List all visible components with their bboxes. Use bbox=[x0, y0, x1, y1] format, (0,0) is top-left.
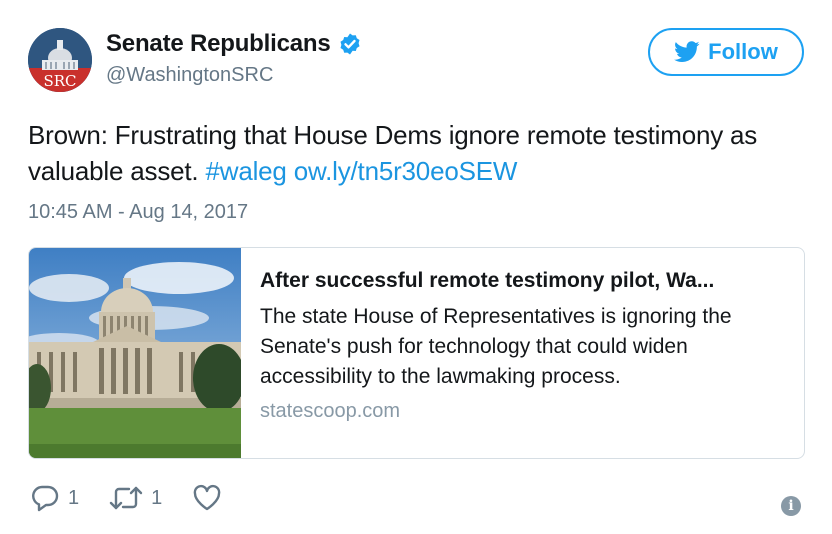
tweet-timestamp[interactable]: 10:45 AM - Aug 14, 2017 bbox=[28, 201, 248, 224]
card-domain: statescoop.com bbox=[260, 400, 401, 422]
twitter-bird-icon bbox=[674, 41, 700, 62]
account-handle[interactable]: @WashingtonSRC bbox=[106, 64, 273, 87]
account-name-row: Senate Republicans bbox=[106, 30, 362, 58]
capitol-logo-icon: SRC bbox=[28, 28, 92, 92]
info-icon[interactable]: i bbox=[781, 496, 801, 516]
hashtag-link[interactable]: #waleg bbox=[205, 156, 286, 186]
reply-icon bbox=[32, 485, 59, 512]
retweet-count: 1 bbox=[151, 486, 163, 509]
card-title[interactable]: After successful remote testimony pilot,… bbox=[260, 266, 790, 296]
card-description: The state House of Representatives is ig… bbox=[260, 305, 732, 388]
tweet-actions: 1 1 bbox=[30, 484, 260, 512]
like-button[interactable] bbox=[192, 484, 230, 512]
reply-button[interactable]: 1 bbox=[30, 484, 79, 512]
tweet-text: Brown: Frustrating that House Dems ignor… bbox=[28, 117, 808, 189]
avatar[interactable]: SRC bbox=[28, 28, 92, 92]
follow-button[interactable]: Follow bbox=[648, 28, 804, 76]
reply-count: 1 bbox=[68, 486, 80, 509]
card-body: After successful remote testimony pilot,… bbox=[260, 266, 790, 423]
link-preview-card[interactable]: After successful remote testimony pilot,… bbox=[28, 247, 805, 459]
display-name[interactable]: Senate Republicans bbox=[106, 30, 331, 58]
card-thumbnail-capitol-image bbox=[29, 248, 241, 458]
svg-text:SRC: SRC bbox=[43, 72, 76, 90]
retweet-icon bbox=[109, 486, 143, 510]
follow-button-label: Follow bbox=[708, 39, 778, 64]
heart-icon bbox=[193, 484, 221, 511]
url-link[interactable]: ow.ly/tn5r30eoSEW bbox=[294, 156, 518, 186]
retweet-button[interactable]: 1 bbox=[109, 484, 162, 512]
verified-badge-icon bbox=[340, 33, 360, 55]
